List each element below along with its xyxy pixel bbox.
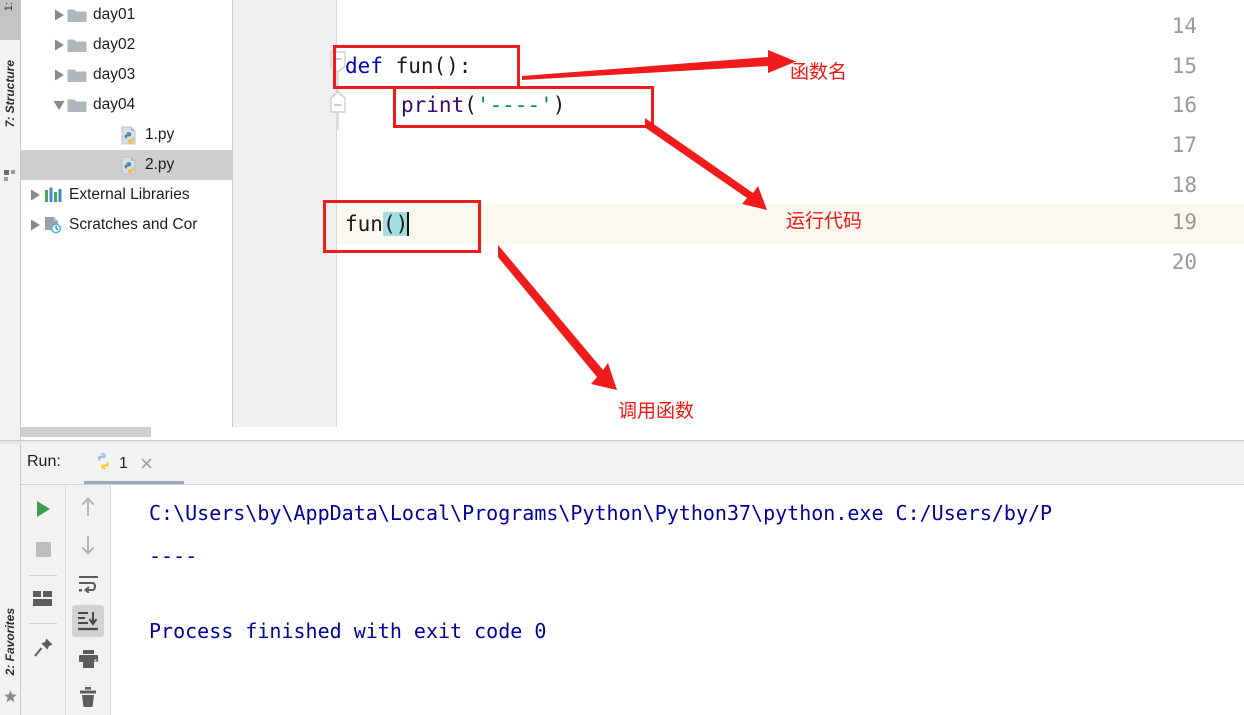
chevron-right-icon[interactable]: [51, 30, 67, 60]
builtin-print: print: [401, 93, 465, 117]
folder-icon: [67, 96, 87, 114]
toolbar-separator-2: [29, 623, 57, 624]
chevron-right-icon[interactable]: [51, 0, 67, 30]
chevron-right-icon[interactable]: [27, 210, 43, 240]
rerun-button[interactable]: [27, 493, 59, 525]
run-tab[interactable]: 1: [86, 443, 162, 484]
line-number-20: 20: [1171, 250, 1197, 274]
function-name-def: fun():: [382, 54, 472, 78]
tree-item-day02[interactable]: day02: [21, 30, 232, 60]
python-file-icon: [119, 126, 139, 144]
left-tool-strip: 1: 7: Structure 2: Favorites: [0, 0, 21, 715]
project-tree-panel[interactable]: day01 day02 day03 day04 1.py 2.py External Lib…: [21, 0, 233, 440]
matched-parens: (): [382, 212, 409, 236]
tree-item-label: day03: [93, 66, 136, 84]
tree-item-label: day02: [93, 36, 136, 54]
pycharm-window: 1: 7: Structure 2: Favorites day01 day02 d…: [0, 0, 1244, 715]
strip-label-favorites[interactable]: 2: Favorites: [3, 608, 17, 675]
call-function-name: fun: [345, 212, 383, 236]
python-file-icon: [119, 156, 139, 174]
run-tool-window: Run: 1 C:\Users\by\AppData\Local\Program…: [21, 443, 1244, 715]
tree-item-label: Scratches and Cor: [69, 216, 198, 234]
soft-wrap-button[interactable]: [72, 567, 104, 599]
run-tab-label: 1: [119, 454, 128, 472]
clear-button[interactable]: [72, 681, 104, 713]
string-literal: '----': [476, 93, 553, 117]
gutter-divider: [336, 0, 337, 440]
annotation-label-call-function: 调用函数: [618, 400, 695, 422]
tree-item-label: 2.py: [145, 156, 175, 174]
close-icon[interactable]: [140, 457, 154, 471]
layout-button[interactable]: [27, 583, 59, 615]
line-number-16: 16: [1171, 93, 1197, 117]
chevron-right-icon[interactable]: [51, 60, 67, 90]
folder-icon: [67, 6, 87, 24]
tree-item-label: External Libraries: [69, 186, 190, 204]
console-line-command: C:\Users\by\AppData\Local\Programs\Pytho…: [149, 501, 1053, 525]
line-number-17: 17: [1171, 133, 1197, 157]
code-line-16[interactable]: print('----'): [401, 95, 565, 116]
run-header: Run: 1: [21, 443, 1244, 485]
scratches-icon: [43, 216, 63, 234]
folder-icon: [67, 36, 87, 54]
print-button[interactable]: [72, 643, 104, 675]
tree-item-day04[interactable]: day04: [21, 90, 232, 120]
print-open-paren: (: [464, 93, 477, 117]
annotation-label-function-name: 函数名: [790, 61, 848, 83]
line-number-15: 15: [1171, 54, 1197, 78]
tree-item-label: day01: [93, 6, 136, 24]
arrow-up-button[interactable]: [72, 491, 104, 523]
run-tab-active-indicator: [84, 481, 184, 484]
line-number-19: 19: [1171, 210, 1197, 234]
tree-item-scratches-and-cor[interactable]: Scratches and Cor: [21, 210, 232, 240]
chevron-down-icon[interactable]: [51, 90, 67, 120]
text-caret: [407, 212, 410, 236]
pin-button[interactable]: [27, 631, 59, 663]
tree-item-2-py[interactable]: 2.py: [21, 150, 232, 180]
structure-icon: [4, 168, 16, 181]
tree-item-1-py[interactable]: 1.py: [21, 120, 232, 150]
stop-button[interactable]: [27, 533, 59, 565]
library-icon: [43, 186, 63, 204]
arrow-down-button[interactable]: [72, 529, 104, 561]
tree-item-day03[interactable]: day03: [21, 60, 232, 90]
run-title: Run:: [27, 453, 61, 470]
strip-label-project[interactable]: 1:: [3, 2, 15, 11]
folder-icon: [67, 66, 87, 84]
tree-item-day01[interactable]: day01: [21, 0, 232, 30]
editor-gutter[interactable]: [233, 0, 336, 440]
tree-item-label: 1.py: [145, 126, 175, 144]
run-toolbar-secondary: [66, 485, 111, 715]
scroll-to-end-button[interactable]: [72, 605, 104, 637]
code-line-15[interactable]: def fun():: [345, 56, 471, 77]
python-icon: [94, 452, 113, 476]
keyword-def: def: [345, 54, 383, 78]
run-console-output[interactable]: C:\Users\by\AppData\Local\Programs\Pytho…: [111, 485, 1244, 715]
run-toolbar-primary: [21, 485, 66, 715]
chevron-right-icon[interactable]: [27, 180, 43, 210]
annotation-label-run-code: 运行代码: [786, 210, 863, 232]
console-line-output: ----: [149, 544, 198, 568]
line-number-14: 14: [1171, 14, 1197, 38]
editor-hscroll-thumb[interactable]: [21, 427, 151, 437]
tree-item-label: day04: [93, 96, 136, 114]
print-close-paren: ): [552, 93, 566, 117]
line-number-18: 18: [1171, 173, 1197, 197]
editor-hscroll-strip[interactable]: [21, 427, 1244, 440]
code-line-19[interactable]: fun(): [345, 212, 410, 236]
code-editor[interactable]: 14 15 16 17 18 19 20 def fun(): print('----') …: [233, 0, 1244, 440]
toolbar-separator-1: [29, 575, 57, 576]
star-icon: [4, 690, 17, 703]
console-line-process-finished: Process finished with exit code 0: [149, 619, 547, 643]
tree-item-external-libraries[interactable]: External Libraries: [21, 180, 232, 210]
strip-label-structure[interactable]: 7: Structure: [3, 60, 17, 127]
